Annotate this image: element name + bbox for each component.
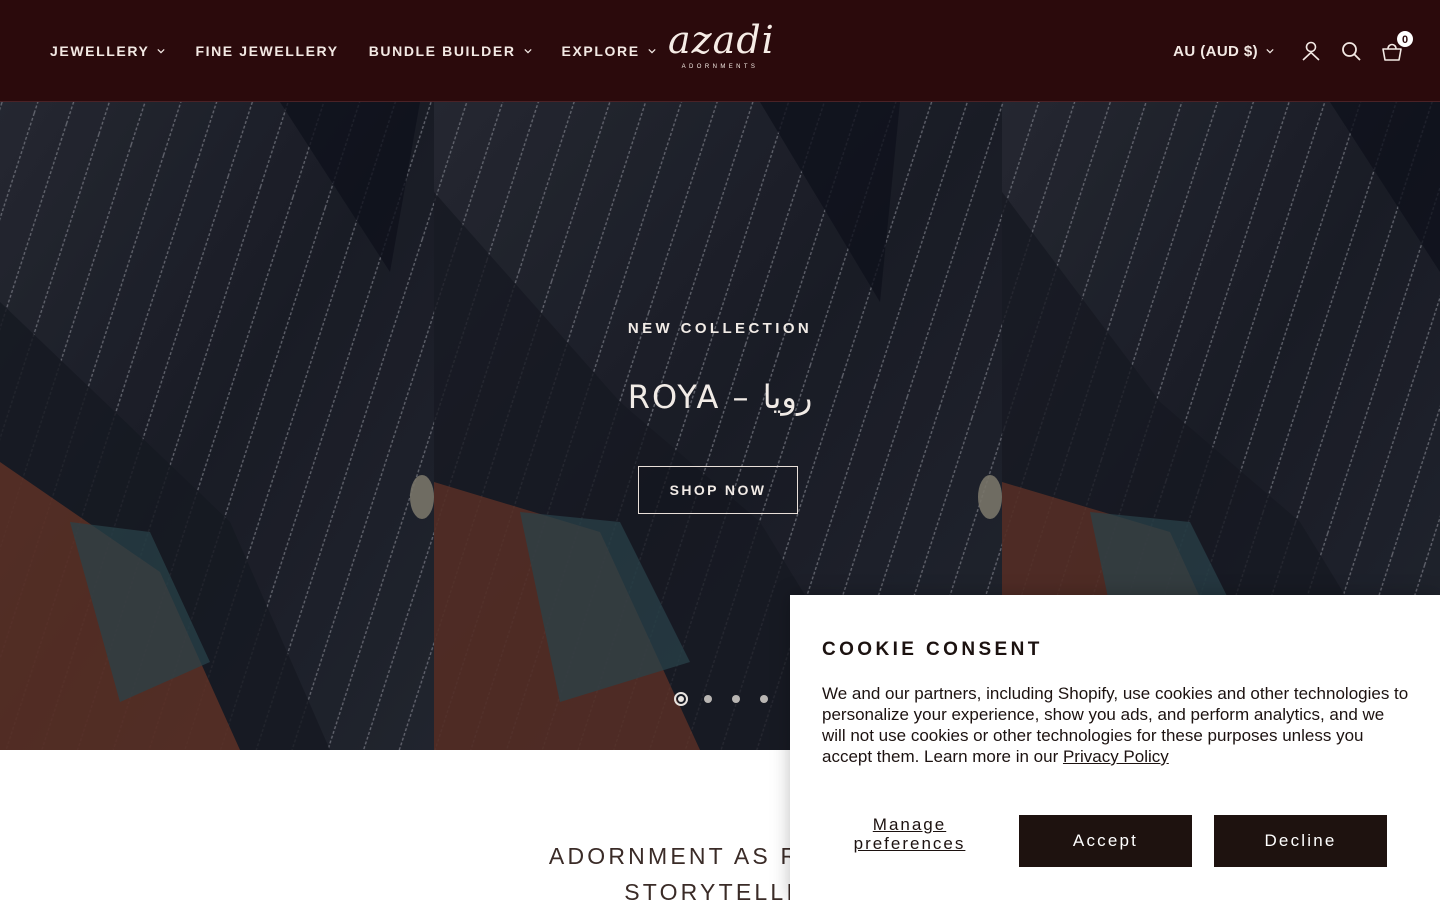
chevron-down-icon — [157, 48, 166, 54]
slide-dot-3[interactable] — [732, 695, 740, 703]
currency-label: AU (AUD $) — [1173, 42, 1258, 60]
nav-item-fine-jewellery[interactable]: FINE JEWELLERY — [195, 43, 338, 59]
account-icon[interactable] — [1300, 40, 1322, 62]
nav-item-label: FINE JEWELLERY — [195, 43, 339, 59]
shop-now-button[interactable]: SHOP NOW — [638, 466, 798, 514]
logo-subtitle: ADORNMENTS — [681, 64, 759, 70]
decline-button[interactable]: Decline — [1214, 815, 1387, 867]
brand-logo[interactable]: azadi ADORNMENTS — [668, 18, 775, 84]
site-header: JEWELLERY FINE JEWELLERY BUNDLE BUILDER … — [0, 0, 1440, 102]
cookie-consent-dialog: COOKIE CONSENT We and our partners, incl… — [790, 595, 1440, 900]
slide-pagination — [672, 692, 768, 706]
nav-item-label: JEWELLERY — [50, 43, 150, 59]
nav-item-label: BUNDLE BUILDER — [368, 43, 516, 59]
main-nav: JEWELLERY FINE JEWELLERY BUNDLE BUILDER … — [50, 0, 656, 102]
cart-icon[interactable]: 0 — [1380, 30, 1414, 62]
cookie-title: COOKIE CONSENT — [822, 639, 1043, 660]
nav-item-explore[interactable]: EXPLORE — [562, 43, 656, 59]
cookie-body: We and our partners, including Shopify, … — [822, 683, 1412, 767]
nav-item-bundle-builder[interactable]: BUNDLE BUILDER — [369, 43, 532, 59]
manage-preferences-button[interactable]: Manage preferences — [822, 815, 997, 853]
cart-count-badge: 0 — [1396, 30, 1414, 48]
slide-dot-1[interactable] — [674, 692, 688, 706]
chevron-down-icon — [1266, 48, 1274, 54]
logo-wordmark: azadi — [668, 18, 775, 62]
slide-dot-4[interactable] — [760, 695, 768, 703]
accept-button[interactable]: Accept — [1019, 815, 1192, 867]
privacy-policy-link[interactable]: Privacy Policy — [1063, 747, 1169, 766]
header-tools: AU (AUD $) 0 — [1173, 0, 1414, 102]
slide-dot-2[interactable] — [704, 695, 712, 703]
chevron-down-icon — [523, 48, 532, 54]
search-icon[interactable] — [1340, 40, 1362, 62]
chevron-down-icon — [648, 48, 656, 54]
nav-item-label: EXPLORE — [561, 43, 640, 59]
nav-item-jewellery[interactable]: JEWELLERY — [50, 43, 166, 59]
currency-selector[interactable]: AU (AUD $) — [1173, 43, 1274, 60]
